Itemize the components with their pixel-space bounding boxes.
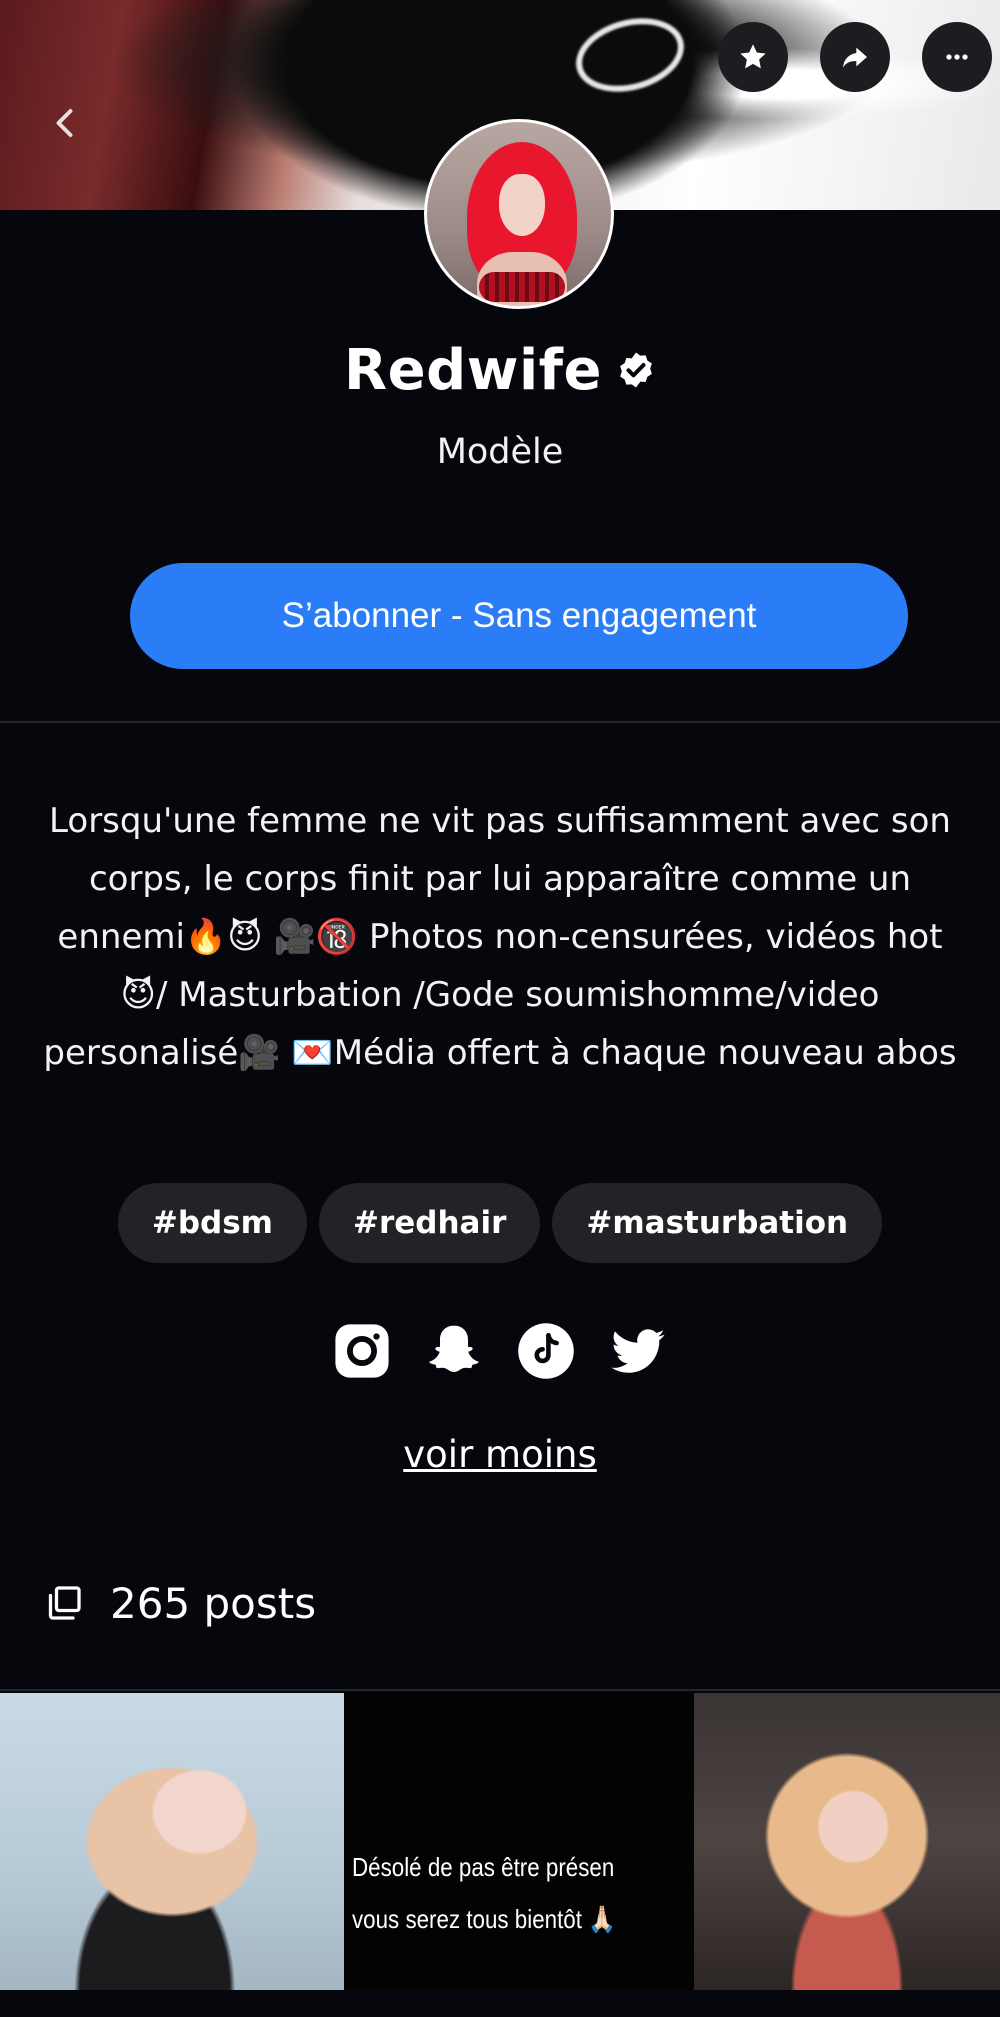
- avatar-lace: [479, 272, 565, 302]
- favorite-button[interactable]: [718, 22, 788, 92]
- avatar-face: [499, 174, 545, 236]
- tag-redhair[interactable]: #redhair: [318, 1183, 541, 1263]
- tag-bdsm[interactable]: #bdsm: [117, 1183, 307, 1263]
- share-button[interactable]: [820, 22, 890, 92]
- share-icon: [843, 47, 867, 68]
- back-button[interactable]: [48, 105, 88, 145]
- snapchat-icon: [429, 1325, 479, 1373]
- post-thumbnail[interactable]: Désolé de pas être présen vous serez tou…: [344, 1693, 694, 1990]
- chevron-left-icon: [56, 109, 73, 137]
- tiktok-link[interactable]: [517, 1322, 575, 1380]
- post-thumbnail[interactable]: [694, 1693, 1000, 1990]
- post-thumbnail[interactable]: [0, 1693, 344, 1990]
- posts-grid: Désolé de pas être présen vous serez tou…: [0, 1693, 1000, 1990]
- twitter-icon: [611, 1329, 665, 1373]
- tag-list: #bdsm #redhair #masturbation: [0, 1183, 1000, 1263]
- instagram-link[interactable]: [333, 1322, 391, 1380]
- star-icon: [740, 44, 766, 69]
- profile-page: Redwife Modèle S’abonner - Sans engageme…: [0, 0, 1000, 2017]
- tiktok-icon: [518, 1323, 574, 1379]
- verified-badge-icon: [620, 352, 652, 388]
- profile-role: Modèle: [436, 432, 564, 472]
- subscribe-button[interactable]: S’abonner - Sans engagement: [130, 563, 908, 669]
- bio-toggle-link[interactable]: voir moins: [0, 1433, 1000, 1476]
- divider: [0, 721, 1000, 723]
- twitter-link[interactable]: [609, 1322, 667, 1380]
- profile-bio: Lorsqu'une femme ne vit pas suffisamment…: [43, 801, 957, 1073]
- snapchat-link[interactable]: [425, 1322, 483, 1380]
- profile-name: Redwife: [344, 337, 602, 403]
- posts-header: 265 posts: [46, 1573, 316, 1633]
- divider: [0, 1689, 1000, 1691]
- post-caption-line: vous serez tous bientôt 🙏🏻: [352, 1904, 617, 1934]
- more-icon: [946, 54, 968, 60]
- tag-masturbation[interactable]: #masturbation: [552, 1183, 883, 1263]
- post-caption-line: Désolé de pas être présen: [352, 1852, 615, 1882]
- post-caption: Désolé de pas être présen vous serez tou…: [352, 1841, 646, 1945]
- instagram-icon: [335, 1324, 389, 1378]
- posts-count: 265 posts: [110, 1578, 317, 1628]
- avatar[interactable]: [424, 119, 614, 309]
- profile-name-row: Redwife: [0, 335, 1000, 405]
- posts-stack-icon: [48, 1586, 81, 1620]
- more-button[interactable]: [922, 22, 992, 92]
- social-links: [0, 1322, 1000, 1380]
- bottom-band: [0, 1990, 1000, 2017]
